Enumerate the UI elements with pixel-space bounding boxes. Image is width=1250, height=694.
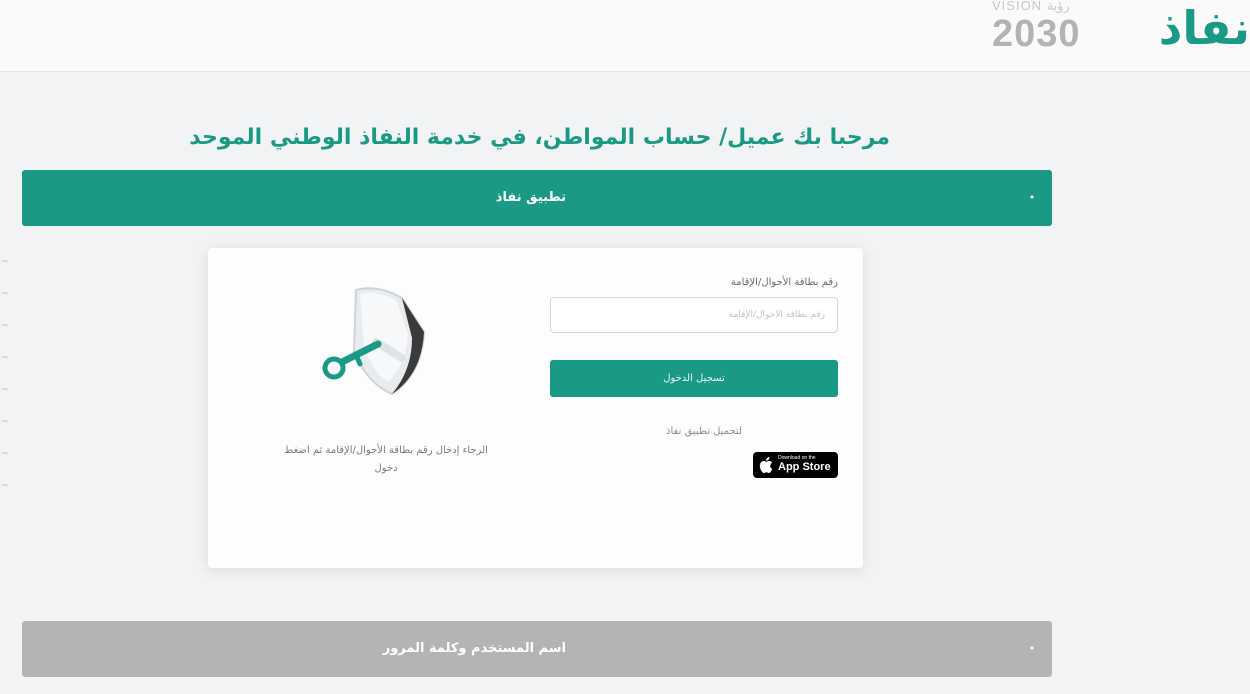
section-nafath-app[interactable]: تطبيق نفاذ • <box>22 170 1052 226</box>
id-number-input[interactable] <box>550 297 838 333</box>
top-header: VISION رؤية 2030 نفاذ <box>0 0 1250 72</box>
vision-2030-logo: VISION رؤية 2030 <box>992 0 1112 56</box>
login-card <box>208 248 863 568</box>
section-label: تطبيق نفاذ <box>495 190 566 205</box>
id-field-label: رقم بطاقة الأحوال/الإقامة <box>730 277 838 288</box>
chevron-icon: • <box>1028 642 1036 655</box>
edge-decoration <box>2 260 12 560</box>
chevron-icon: • <box>1028 191 1036 204</box>
instruction-text: الرجاء إدخال رقم بطاقة الأحوال/الإقامة ث… <box>284 445 488 474</box>
section-username-password[interactable]: اسم المستخدم وكلمة المرور • <box>22 621 1052 677</box>
section-label: اسم المستخدم وكلمة المرور <box>382 641 566 656</box>
login-button[interactable]: تسجيل الدخول <box>550 360 838 397</box>
apple-icon <box>759 457 773 473</box>
appstore-big-text: App Store <box>778 461 831 473</box>
vision-year: 2030 <box>992 13 1081 55</box>
app-store-button[interactable]: Download on the App Store <box>753 452 838 478</box>
nafath-logo[interactable]: نفاذ <box>1140 0 1250 56</box>
download-app-label: لتحميل تطبيق نفاذ <box>666 426 742 437</box>
page-title: مرحبا بك عميل/ حساب المواطن، في خدمة الن… <box>189 125 890 150</box>
shield-key-icon <box>316 282 442 402</box>
